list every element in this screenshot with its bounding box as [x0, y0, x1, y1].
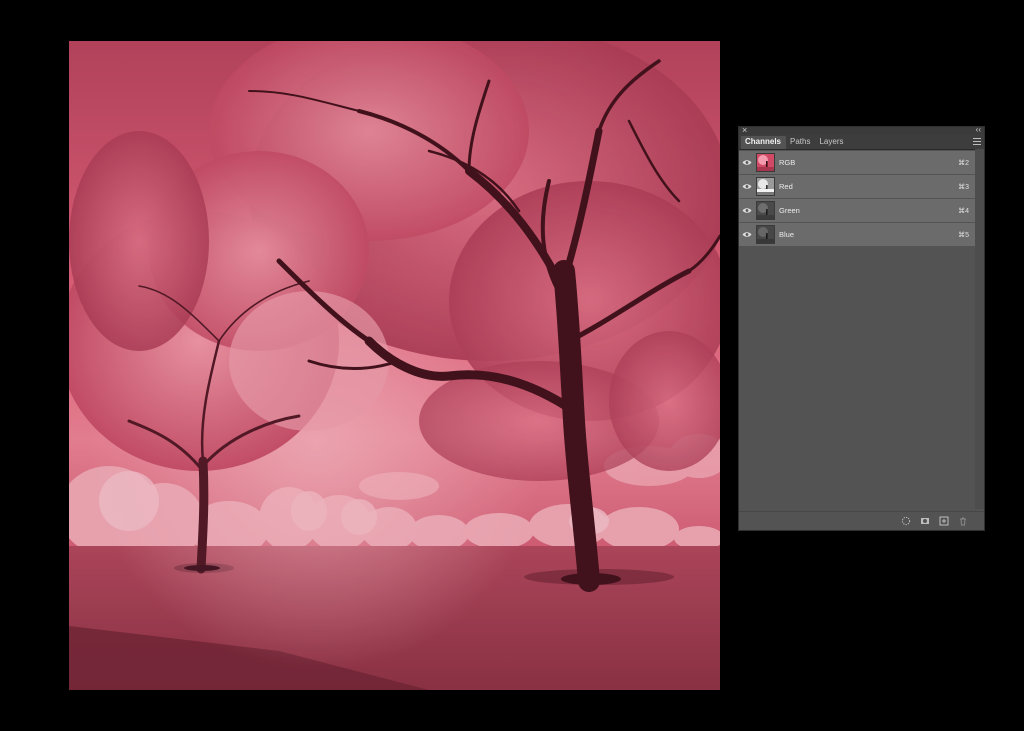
save-selection-icon[interactable] [920, 516, 930, 526]
workspace: × ‹‹ Channels Paths Layers RGB ⌘2 Red ⌘3… [0, 0, 1024, 731]
new-channel-icon[interactable] [939, 516, 949, 526]
delete-channel-icon[interactable] [958, 516, 968, 526]
channel-list: RGB ⌘2 Red ⌘3 Green ⌘4 Blue ⌘5 [739, 150, 984, 246]
channel-row-green[interactable]: Green ⌘4 [739, 199, 975, 222]
channel-shortcut: ⌘5 [958, 231, 969, 239]
red-thumbnail [756, 177, 775, 196]
tab-layers[interactable]: Layers [815, 136, 848, 149]
rgb-thumbnail [756, 153, 775, 172]
channels-panel: × ‹‹ Channels Paths Layers RGB ⌘2 Red ⌘3… [738, 125, 985, 531]
eye-icon[interactable] [739, 199, 755, 222]
channel-shortcut: ⌘2 [958, 159, 969, 167]
channel-name: Blue [779, 230, 795, 239]
eye-icon[interactable] [739, 223, 755, 246]
tab-paths[interactable]: Paths [786, 136, 815, 149]
blue-thumbnail [756, 225, 775, 244]
document-canvas[interactable] [69, 41, 720, 690]
panel-footer [739, 511, 984, 530]
channel-shortcut: ⌘4 [958, 207, 969, 215]
channel-row-blue[interactable]: Blue ⌘5 [739, 223, 975, 246]
panel-tabbar: Channels Paths Layers [739, 135, 984, 150]
infrared-landscape-photo [69, 41, 720, 690]
channel-name: Red [779, 182, 793, 191]
channel-name: RGB [779, 158, 796, 167]
tab-channels[interactable]: Channels [741, 136, 787, 149]
channel-row-red[interactable]: Red ⌘3 [739, 175, 975, 198]
panel-titlebar[interactable]: × ‹‹ [739, 125, 984, 135]
eye-icon[interactable] [739, 175, 755, 198]
panel-menu-icon[interactable] [973, 138, 981, 145]
green-thumbnail [756, 201, 775, 220]
eye-icon[interactable] [739, 151, 755, 174]
load-selection-icon[interactable] [901, 516, 911, 526]
channel-name: Green [779, 206, 800, 215]
panel-scrollbar[interactable] [975, 149, 984, 509]
channel-shortcut: ⌘3 [958, 183, 969, 191]
channel-row-rgb[interactable]: RGB ⌘2 [739, 151, 975, 174]
